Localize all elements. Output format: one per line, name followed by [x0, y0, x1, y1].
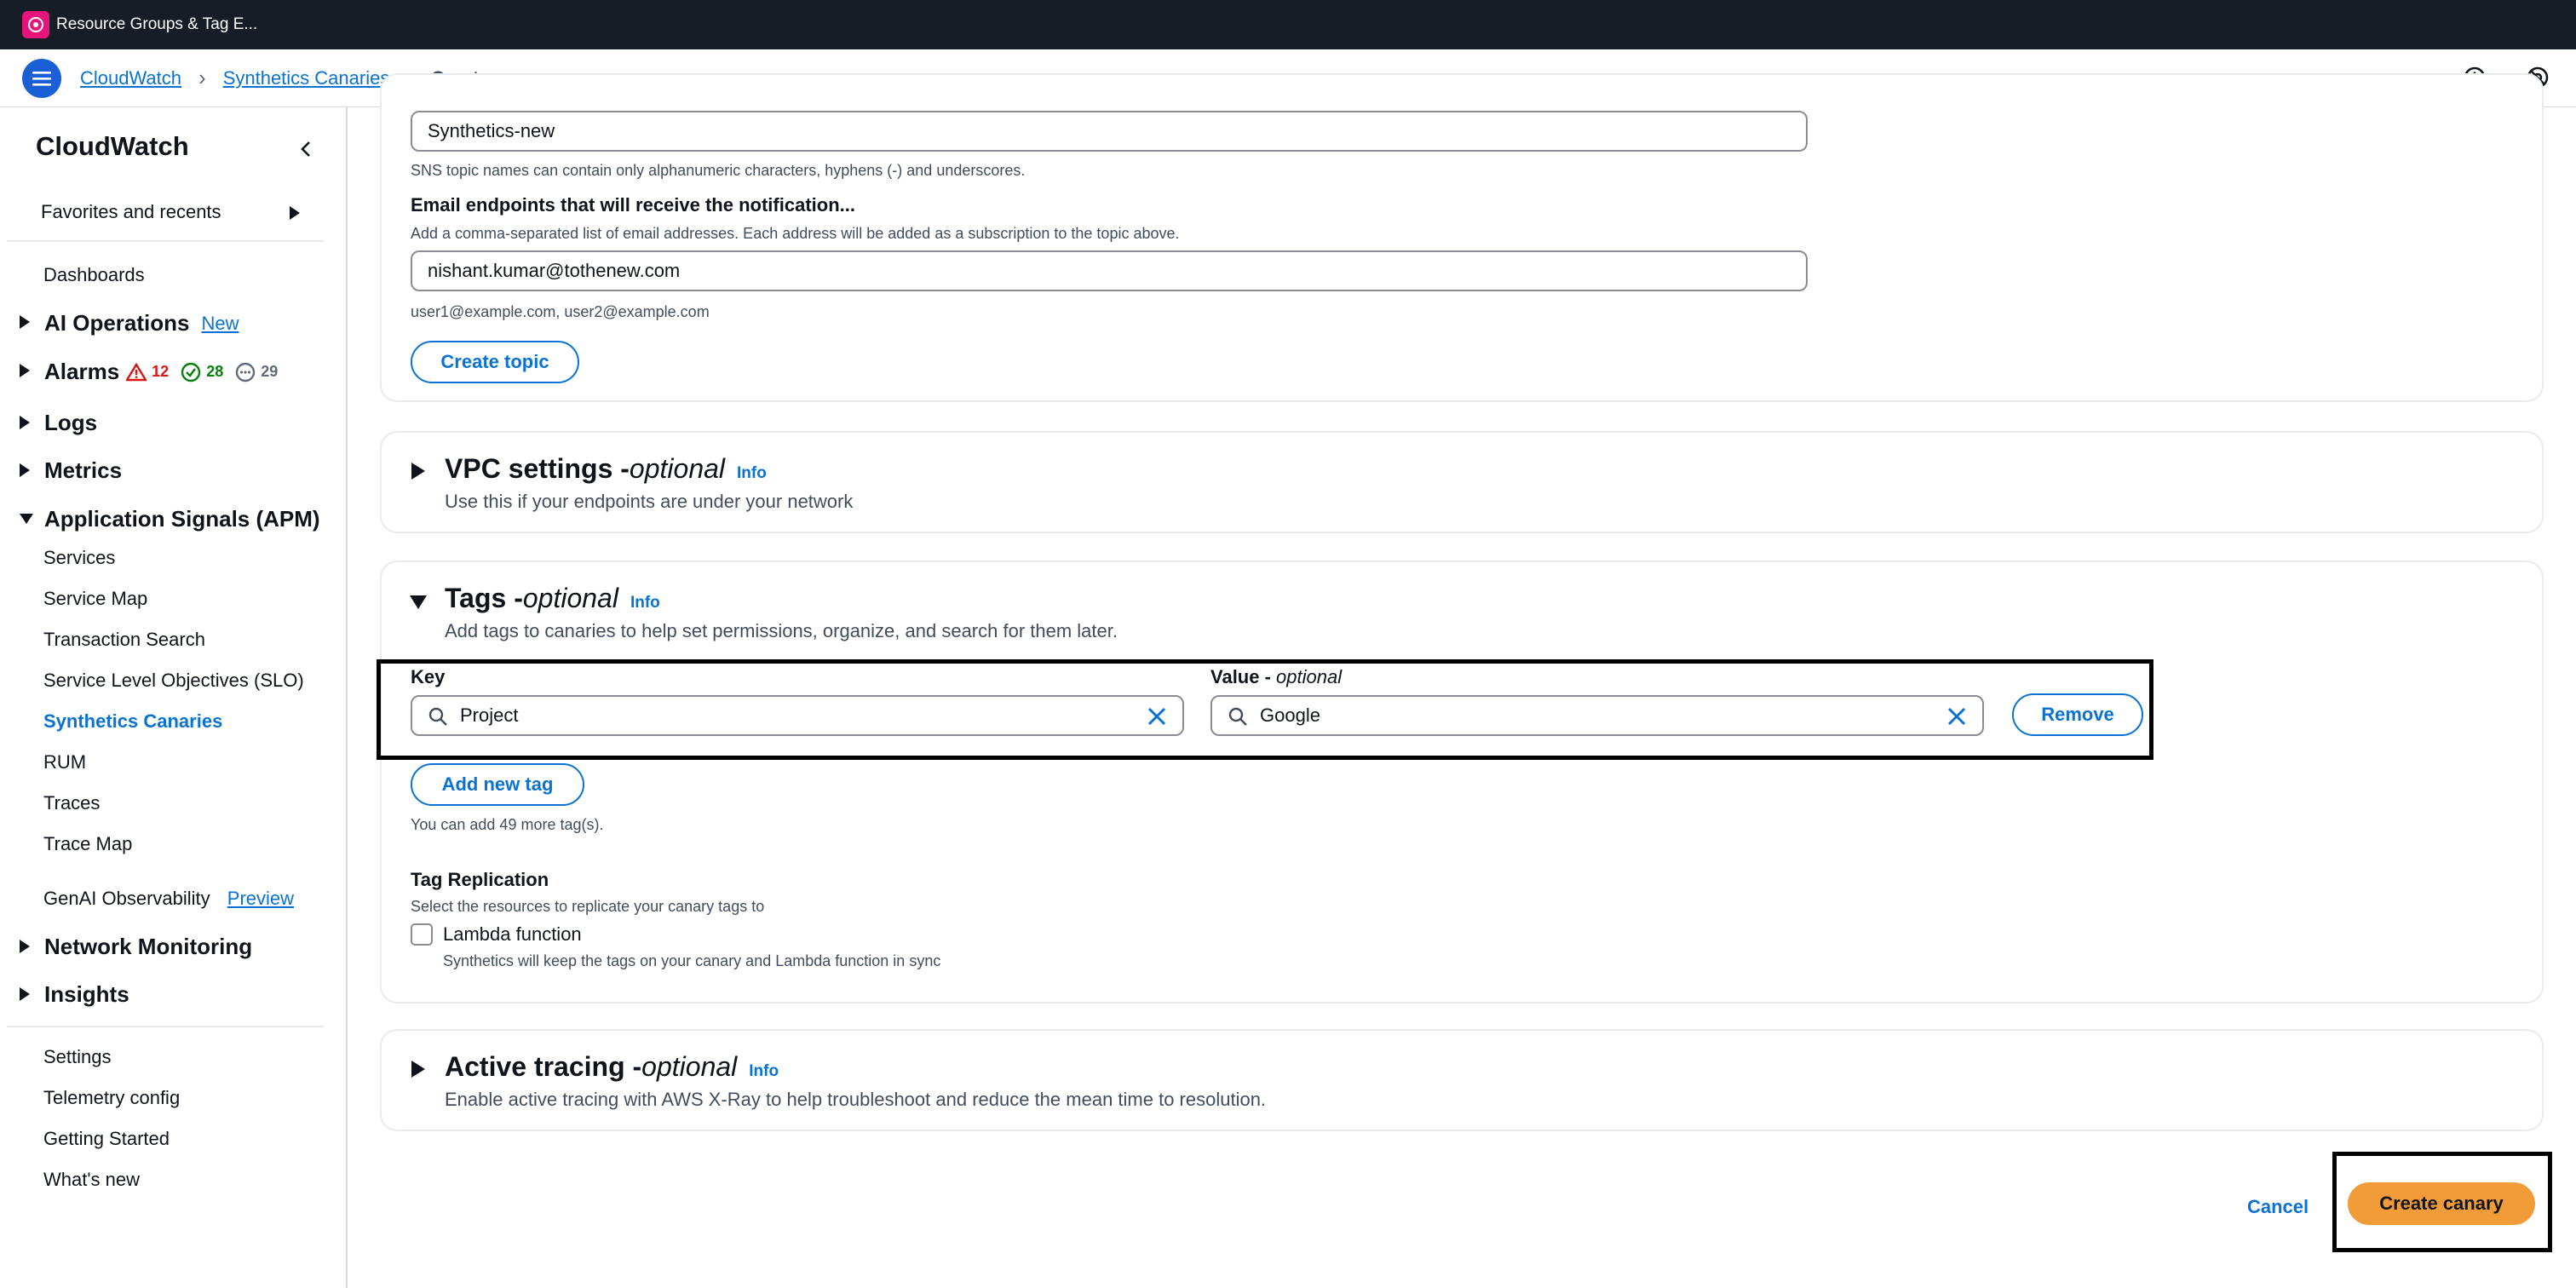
sidebar-item-services[interactable]: Services — [43, 547, 115, 569]
favorites-and-recents[interactable]: Favorites and recents — [41, 201, 221, 223]
sidebar-item-settings[interactable]: Settings — [43, 1046, 112, 1068]
caret-right-icon[interactable] — [19, 363, 31, 378]
clear-icon[interactable] — [1147, 706, 1167, 727]
notification-panel: Synthetics-new SNS topic names can conta… — [380, 73, 2544, 402]
divider — [7, 240, 324, 242]
sidebar-item-transaction-search[interactable]: Transaction Search — [43, 629, 205, 651]
cancel-button[interactable]: Cancel — [2247, 1196, 2309, 1218]
tags-panel: Tags - optional Info Add tags to canarie… — [377, 561, 2544, 1003]
sidebar-item-whats-new[interactable]: What's new — [43, 1169, 140, 1191]
caret-down-icon[interactable] — [409, 595, 428, 610]
sidebar-item-genai-observability[interactable]: GenAI Observability Preview — [43, 888, 294, 910]
caret-down-icon[interactable] — [19, 513, 34, 525]
sidebar-section-insights[interactable]: Insights — [44, 981, 129, 1008]
search-icon — [428, 707, 447, 726]
sidebar-item-getting-started[interactable]: Getting Started — [43, 1128, 170, 1150]
lambda-function-label[interactable]: Lambda function — [443, 923, 582, 946]
sidebar-item-service-map[interactable]: Service Map — [43, 588, 147, 610]
preview-badge[interactable]: Preview — [227, 888, 294, 909]
sidebar-item-trace-map[interactable]: Trace Map — [43, 833, 132, 855]
sidebar-item-synthetics-canaries[interactable]: Synthetics Canaries — [43, 710, 222, 733]
warning-icon — [126, 362, 147, 381]
email-endpoints-input[interactable]: nishant.kumar@tothenew.com — [411, 250, 1808, 291]
tags-info-link[interactable]: Info — [630, 594, 660, 612]
tag-replication-description: Select the resources to replicate your c… — [411, 898, 765, 915]
breadcrumb-synthetics[interactable]: Synthetics Canaries — [223, 67, 390, 89]
vpc-info-link[interactable]: Info — [737, 464, 767, 483]
caret-right-icon[interactable] — [19, 314, 31, 330]
sidebar-section-ai-operations[interactable]: AI Operations New — [44, 310, 239, 336]
vpc-settings-title[interactable]: VPC settings - optional Info — [445, 453, 767, 485]
alarm-status-badges: 12 28 29 — [126, 362, 290, 382]
main-content: Synthetics-new SNS topic names can conta… — [349, 73, 2576, 1288]
clear-icon[interactable] — [1946, 706, 1967, 727]
sns-topic-input[interactable]: Synthetics-new — [411, 111, 1808, 152]
sidebar: CloudWatch Favorites and recents Dashboa… — [0, 107, 348, 1288]
sidebar-title: CloudWatch — [36, 131, 189, 161]
sidebar-section-label: Alarms — [44, 359, 120, 384]
sidebar-item-rum[interactable]: RUM — [43, 751, 86, 773]
caret-right-icon[interactable] — [19, 415, 31, 430]
caret-right-icon[interactable] — [411, 1060, 426, 1078]
sidebar-section-label: AI Operations — [44, 310, 190, 336]
caret-right-icon[interactable] — [19, 463, 31, 478]
tag-value-input[interactable]: Google — [1210, 695, 1984, 736]
add-new-tag-button[interactable]: Add new tag — [411, 763, 584, 806]
topic-helper-text: SNS topic names can contain only alphanu… — [411, 162, 1026, 179]
email-description: Add a comma-separated list of email addr… — [411, 225, 1180, 242]
app-tab-title[interactable]: Resource Groups & Tag E... — [56, 15, 257, 34]
caret-right-icon[interactable] — [288, 204, 302, 221]
check-circle-icon — [181, 362, 201, 382]
tracing-info-link[interactable]: Info — [749, 1062, 779, 1081]
sidebar-section-network-monitoring[interactable]: Network Monitoring — [44, 934, 252, 960]
email-helper-text: user1@example.com, user2@example.com — [411, 303, 710, 320]
caret-right-icon[interactable] — [411, 462, 426, 480]
sidebar-item-traces[interactable]: Traces — [43, 792, 100, 814]
sidebar-item-slo[interactable]: Service Level Objectives (SLO) — [43, 670, 304, 692]
email-endpoints-label: Email endpoints that will receive the no… — [411, 194, 855, 216]
sidebar-section-alarms[interactable]: Alarms 12 28 29 — [44, 359, 290, 385]
active-tracing-title[interactable]: Active tracing - optional Info — [445, 1051, 779, 1083]
active-tracing-description: Enable active tracing with AWS X-Ray to … — [445, 1089, 1267, 1110]
caret-right-icon[interactable] — [19, 939, 31, 954]
in-alarm-badge[interactable]: 12 — [126, 362, 169, 382]
top-bar: Resource Groups & Tag E... — [0, 0, 2576, 49]
ellipsis-circle-icon — [236, 362, 256, 382]
sidebar-section-application-signals[interactable]: Application Signals (APM) — [44, 506, 320, 532]
lambda-function-checkbox[interactable] — [411, 923, 433, 946]
divider — [7, 1026, 324, 1027]
value-label: Value - optional — [1210, 666, 1343, 687]
search-icon — [1228, 707, 1247, 726]
resource-groups-icon[interactable] — [22, 11, 49, 38]
remove-tag-button[interactable]: Remove — [2012, 693, 2143, 736]
create-canary-button[interactable]: Create canary — [2348, 1182, 2535, 1225]
tags-description: Add tags to canaries to help set permiss… — [445, 620, 1118, 641]
key-label: Key — [411, 666, 446, 687]
vpc-settings-panel: VPC settings - optional Info Use this if… — [380, 431, 2544, 533]
create-topic-button[interactable]: Create topic — [411, 341, 579, 383]
sidebar-section-metrics[interactable]: Metrics — [44, 457, 122, 484]
chevron-right-icon: › — [198, 65, 206, 90]
tags-title[interactable]: Tags - optional Info — [445, 583, 660, 614]
breadcrumb-cloudwatch[interactable]: CloudWatch — [80, 67, 181, 89]
sidebar-section-logs[interactable]: Logs — [44, 410, 97, 436]
lambda-function-description: Synthetics will keep the tags on your ca… — [443, 952, 941, 969]
sidebar-item-telemetry-config[interactable]: Telemetry config — [43, 1087, 180, 1109]
tags-remaining-text: You can add 49 more tag(s). — [411, 816, 604, 833]
new-badge[interactable]: New — [201, 313, 239, 335]
collapse-icon[interactable] — [295, 138, 317, 160]
vpc-settings-description: Use this if your endpoints are under you… — [445, 491, 854, 512]
ok-badge[interactable]: 28 — [181, 362, 223, 382]
active-tracing-panel: Active tracing - optional Info Enable ac… — [380, 1029, 2544, 1131]
caret-right-icon[interactable] — [19, 986, 31, 1002]
tag-replication-label: Tag Replication — [411, 869, 549, 890]
tag-key-input[interactable]: Project — [411, 695, 1184, 736]
menu-icon[interactable] — [22, 58, 61, 98]
sidebar-item-dashboards[interactable]: Dashboards — [43, 264, 145, 286]
insufficient-data-badge[interactable]: 29 — [235, 362, 278, 382]
